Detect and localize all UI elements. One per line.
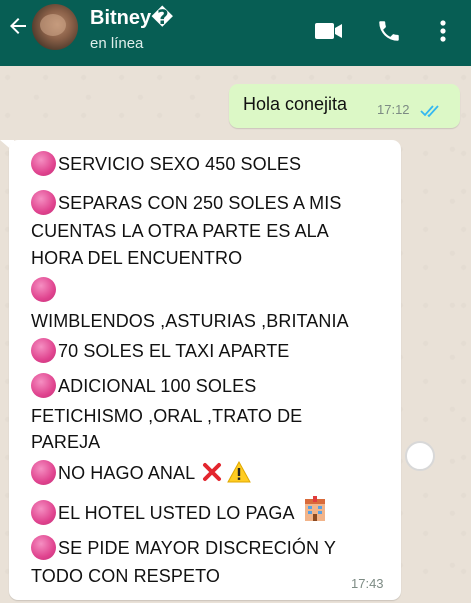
message-line-1: SERVICIO SEXO 450 SOLES	[31, 151, 301, 176]
video-call-icon[interactable]	[314, 18, 344, 44]
incoming-message[interactable]: SERVICIO SEXO 450 SOLES SEPARAS CON 250 …	[9, 140, 401, 600]
message-line-10: PAREJA	[31, 432, 101, 452]
message-line-9: FETICHISMO ,ORAL ,TRATO DE	[31, 406, 303, 426]
message-line-7: 70 SOLES EL TAXI APARTE	[31, 338, 289, 363]
phone-icon[interactable]	[376, 18, 406, 44]
message-line-2: SEPARAS CON 250 SOLES A MIS	[31, 190, 341, 215]
message-line-11: NO HAGO ANAL	[31, 460, 252, 488]
message-line-13: SE PIDE MAYOR DISCRECIÓN Y	[31, 535, 336, 560]
message-line-5	[31, 277, 58, 302]
pink-bullet-icon	[31, 277, 56, 302]
contact-name[interactable]: Bitney�	[90, 5, 173, 30]
hotel-icon	[301, 495, 329, 528]
message-line-6: WIMBLENDOS ,ASTURIAS ,BRITANIA	[31, 311, 349, 331]
message-line-14: TODO CON RESPETO	[31, 566, 220, 586]
back-arrow-icon[interactable]	[6, 14, 30, 38]
pink-bullet-icon	[31, 338, 56, 363]
avatar[interactable]	[32, 4, 78, 50]
pink-bullet-icon	[31, 151, 56, 176]
incoming-message-time: 17:43	[351, 576, 384, 591]
cross-mark-icon	[201, 461, 223, 488]
message-line-12: EL HOTEL USTED LO PAGA	[31, 495, 329, 528]
more-options-icon[interactable]	[436, 18, 450, 44]
outgoing-message[interactable]: Hola conejita 17:12	[229, 84, 460, 128]
chat-header: Bitney� en línea	[0, 0, 471, 66]
pink-bullet-icon	[31, 500, 56, 525]
outgoing-message-time: 17:12	[377, 102, 410, 117]
pink-bullet-icon	[31, 373, 56, 398]
contact-status: en línea	[90, 35, 144, 52]
message-line-3: CUENTAS LA OTRA PARTE ES ALA	[31, 221, 329, 241]
pink-bullet-icon	[31, 190, 56, 215]
outgoing-message-text: Hola conejita	[243, 94, 348, 114]
warning-icon	[227, 460, 252, 488]
read-ticks-icon	[420, 104, 442, 118]
scroll-handle[interactable]	[405, 441, 435, 471]
pink-bullet-icon	[31, 460, 56, 485]
message-line-8: ADICIONAL 100 SOLES	[31, 373, 256, 398]
message-line-4: HORA DEL ENCUENTRO	[31, 248, 243, 268]
pink-bullet-icon	[31, 535, 56, 560]
